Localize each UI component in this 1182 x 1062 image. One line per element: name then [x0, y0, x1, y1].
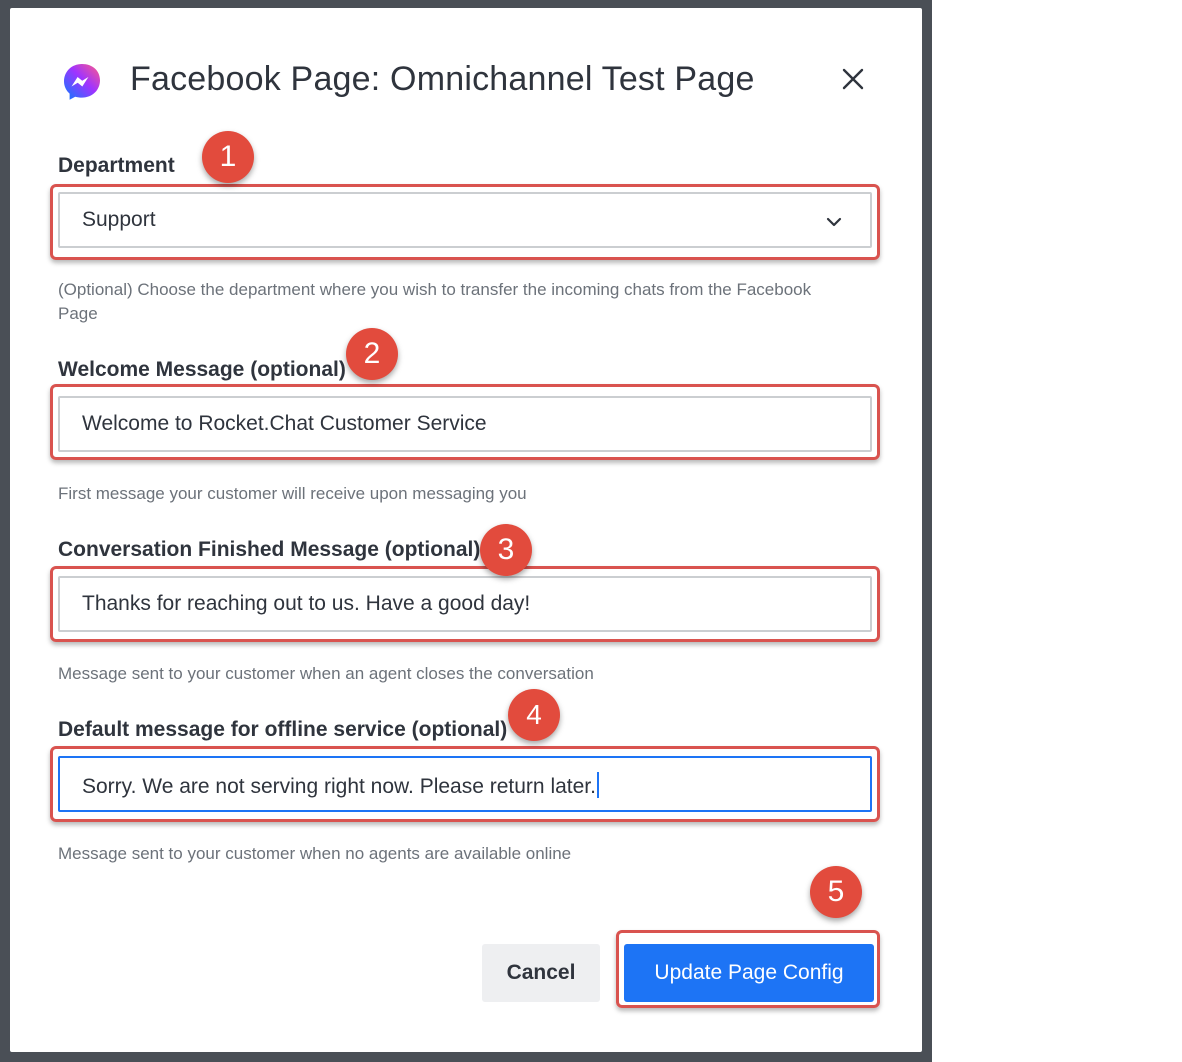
callout-badge-2: 2: [346, 328, 398, 380]
text-caret: [596, 772, 599, 798]
close-icon[interactable]: [840, 66, 866, 92]
offline-message-label: Default message for offline service (opt…: [58, 718, 508, 741]
offline-message-input[interactable]: Sorry. We are not serving right now. Ple…: [58, 756, 872, 812]
callout-badge-1: 1: [202, 131, 254, 183]
modal-title: Facebook Page: Omnichannel Test Page: [130, 60, 755, 98]
modal-header: Facebook Page: Omnichannel Test Page: [10, 8, 922, 158]
callout-badge-4: 4: [508, 689, 560, 741]
facebook-page-config-modal: Facebook Page: Omnichannel Test Page Dep…: [10, 8, 922, 1052]
callout-badge-5: 5: [810, 866, 862, 918]
department-select[interactable]: Support: [58, 192, 872, 248]
offline-message-hint: Message sent to your customer when no ag…: [58, 844, 572, 863]
department-label: Department: [58, 154, 175, 177]
offline-message-value-wrap: Sorry. We are not serving right now. Ple…: [82, 772, 599, 799]
finished-message-label: Conversation Finished Message (optional): [58, 538, 481, 561]
callout-badge-3: 3: [480, 524, 532, 576]
welcome-message-label: Welcome Message (optional): [58, 358, 346, 381]
messenger-icon: [64, 64, 100, 100]
update-page-config-button[interactable]: Update Page Config: [624, 944, 874, 1002]
finished-message-value: Thanks for reaching out to us. Have a go…: [82, 592, 531, 615]
department-selected-value: Support: [82, 208, 156, 231]
finished-message-input[interactable]: Thanks for reaching out to us. Have a go…: [58, 576, 872, 632]
welcome-message-input[interactable]: Welcome to Rocket.Chat Customer Service: [58, 396, 872, 452]
welcome-message-hint: First message your customer will receive…: [58, 484, 527, 503]
cancel-button[interactable]: Cancel: [482, 944, 600, 1002]
chevron-down-icon: [826, 217, 842, 227]
finished-message-hint: Message sent to your customer when an ag…: [58, 664, 594, 683]
department-hint: (Optional) Choose the department where y…: [58, 280, 812, 323]
welcome-message-value: Welcome to Rocket.Chat Customer Service: [82, 412, 487, 435]
offline-message-value: Sorry. We are not serving right now. Ple…: [82, 775, 596, 798]
